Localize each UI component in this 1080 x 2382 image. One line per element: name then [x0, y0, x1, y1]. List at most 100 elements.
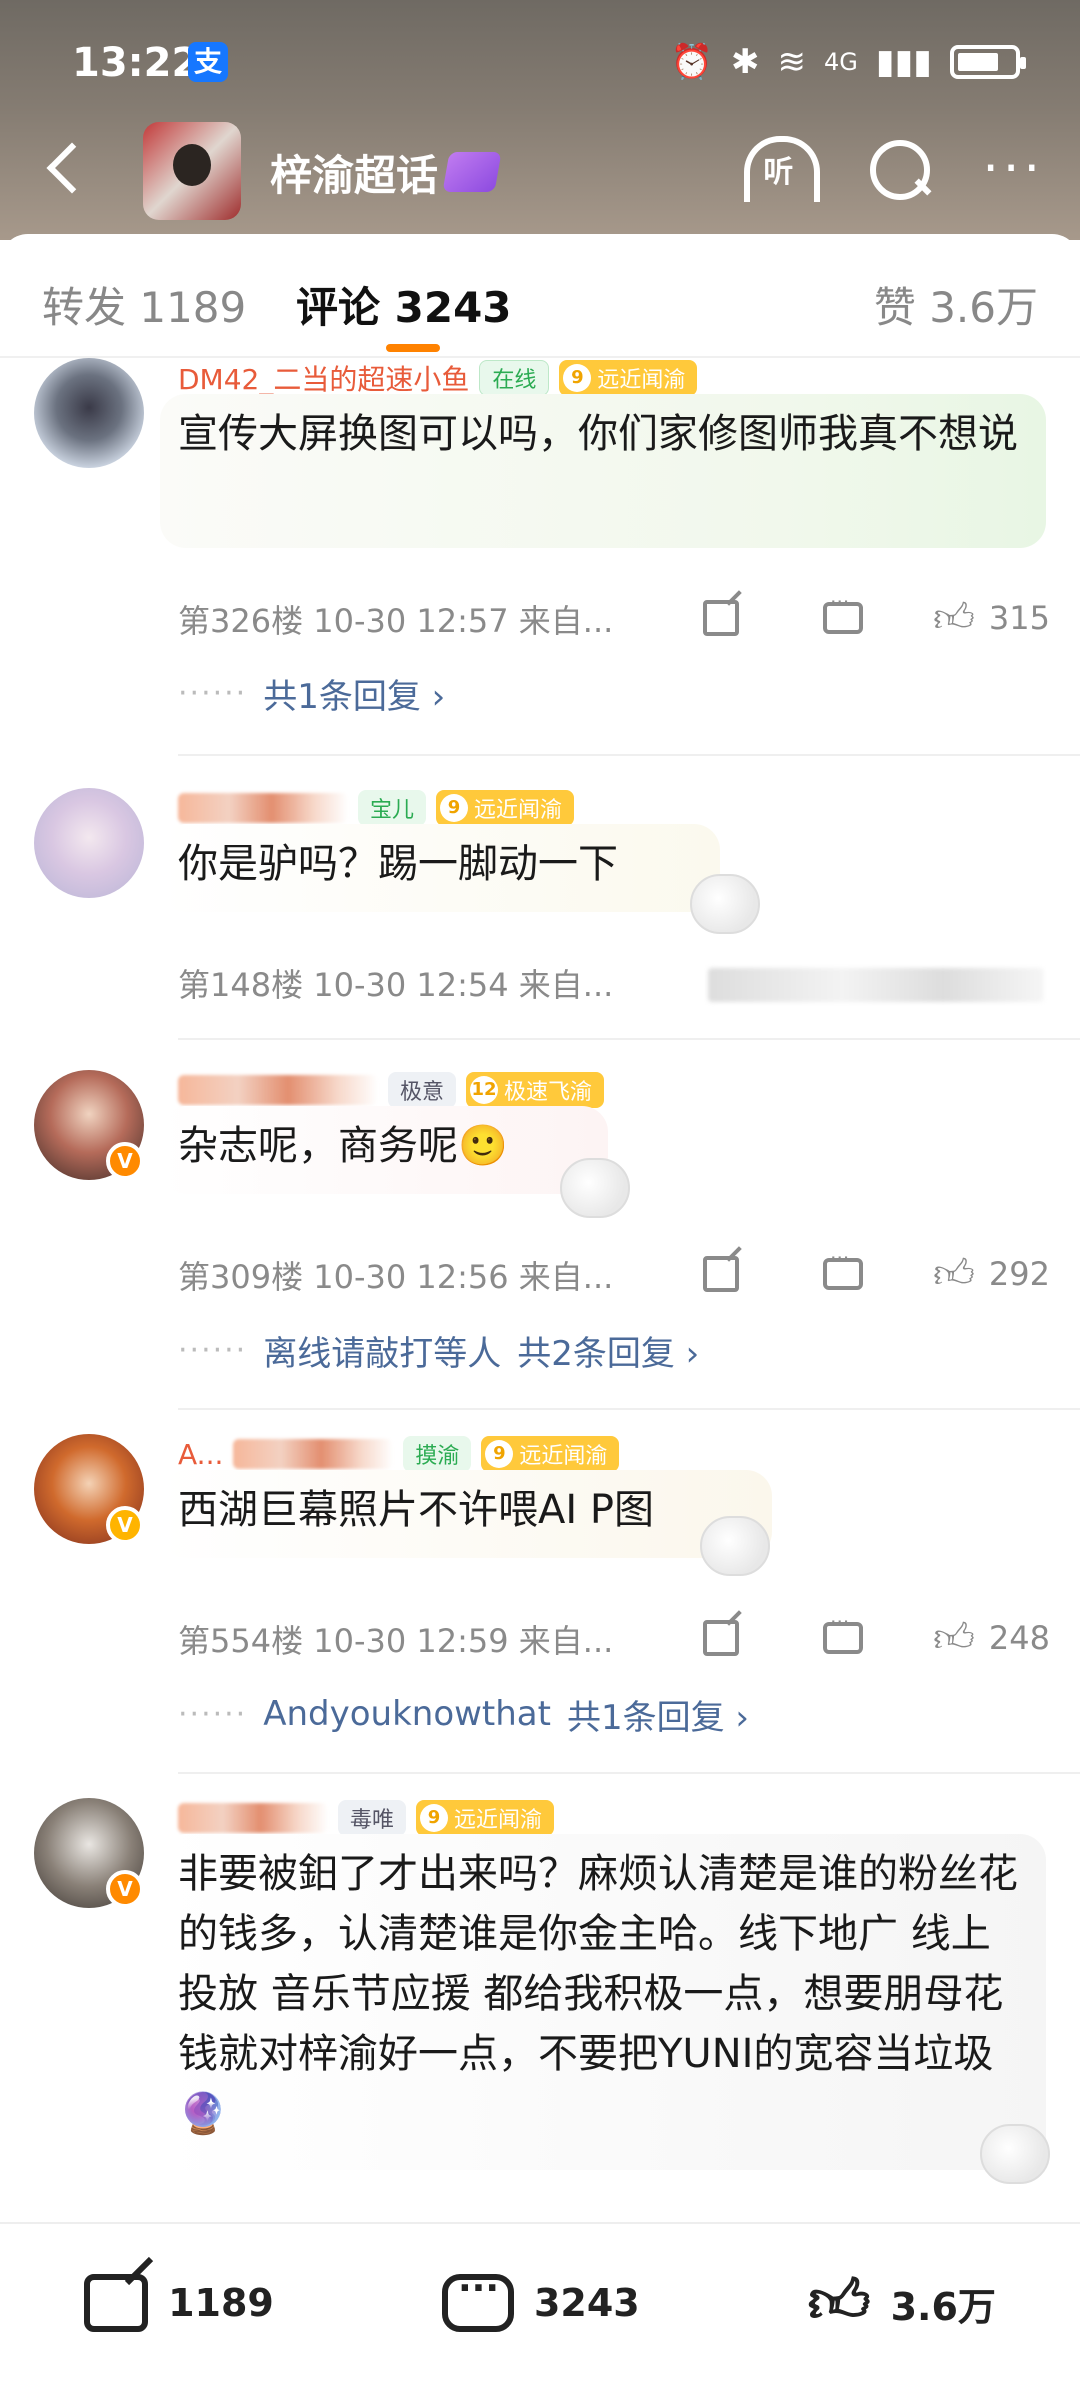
comment-icon: [441, 2268, 514, 2332]
tabs: 转发 1189 评论 3243 赞 3.6万: [0, 234, 1080, 358]
username[interactable]: DM42_二当的超速小鱼: [178, 358, 469, 398]
like-icon: 👍︎: [933, 595, 975, 641]
verified-badge-icon: V: [106, 1506, 144, 1544]
bluetooth-icon: ✱: [730, 42, 760, 82]
comment-meta: 第309楼 10-30 12:56 来自...: [178, 1258, 614, 1296]
reply-row[interactable]: ······ 共1条回复 ›: [178, 669, 445, 718]
username-blurred[interactable]: [233, 1439, 394, 1469]
like-action[interactable]: 👍︎ 315: [933, 594, 1050, 642]
avatar[interactable]: [34, 358, 144, 468]
fan-level-tag: 9 远近闻渝: [481, 1436, 620, 1472]
signal-icon: ▮▮▮: [875, 42, 932, 82]
sticker-icon: [980, 2124, 1050, 2184]
comment-icon: [823, 1246, 864, 1290]
reply-count[interactable]: 共1条回复 ›: [263, 669, 445, 718]
reply-count[interactable]: 共1条回复 ›: [567, 1690, 749, 1739]
comment-bubble[interactable]: 宣传大屏换图可以吗，你们家修图师我真不想说: [160, 394, 1046, 548]
reply-action[interactable]: [823, 1610, 933, 1654]
reply-row[interactable]: ······ Andyouknowthat 共1条回复 ›: [178, 1690, 749, 1739]
back-icon[interactable]: [36, 138, 96, 198]
network-label: 4G: [823, 48, 858, 76]
comment-text: 非要被鈤了才出来吗？麻烦认清楚是谁的粉丝花的钱多，认清楚谁是你金主哈。线下地广 …: [178, 1851, 1018, 2137]
like-icon: 👍︎: [933, 1251, 975, 1297]
username-blurred[interactable]: [178, 793, 348, 823]
comment-bubble[interactable]: 非要被鈤了才出来吗？麻烦认清楚是谁的粉丝花的钱多，认清楚谁是你金主哈。线下地广 …: [160, 1834, 1046, 2170]
repost-button[interactable]: 1189: [84, 2274, 274, 2332]
search-icon[interactable]: [866, 136, 932, 202]
comment-bubble[interactable]: 杂志呢，商务呢🙂: [160, 1106, 608, 1194]
comment-header: 极意 12 极速飞渝: [178, 1070, 605, 1110]
blurred-actions: [708, 968, 1044, 1002]
title-tag: 摸渝: [403, 1436, 472, 1472]
divider: [178, 1772, 1080, 1774]
comment-text: 杂志呢，商务呢🙂: [178, 1123, 508, 1169]
divider: [178, 1408, 1080, 1410]
reply-row[interactable]: ······ 离线请敲打等人 共2条回复 ›: [178, 1326, 699, 1375]
repost-count: 1189: [168, 2281, 274, 2325]
repost-action[interactable]: [703, 600, 823, 636]
reply-action[interactable]: [823, 1246, 933, 1290]
username-blurred[interactable]: [178, 1075, 378, 1105]
fan-level-tag: 9 远近闻渝: [436, 790, 575, 826]
reply-dots: ······: [178, 1696, 248, 1732]
listen-icon[interactable]: 听: [740, 134, 821, 204]
like-icon: 👍︎: [933, 1615, 975, 1661]
like-button[interactable]: 👍︎ 3.6万: [808, 2267, 996, 2339]
comment-header: 宝儿 9 远近闻渝: [178, 788, 575, 828]
fan-level: 9: [563, 364, 592, 392]
sticker-icon: [690, 874, 760, 934]
fan-level-tag: 12 极速飞渝: [466, 1072, 605, 1108]
divider: [178, 1038, 1080, 1040]
repost-action[interactable]: [703, 1620, 823, 1656]
reply-dots: ······: [178, 675, 248, 711]
comment-icon: [823, 590, 864, 634]
page-title[interactable]: 梓渝超话: [270, 142, 438, 203]
comment-header: 毒唯 9 远近闻渝: [178, 1798, 555, 1838]
battery-icon: [950, 45, 1026, 79]
fan-level: 12: [470, 1076, 499, 1104]
sticker-icon: [560, 1158, 630, 1218]
comment-meta: 第554楼 10-30 12:59 来自...: [178, 1622, 614, 1660]
comment-header: DM42_二当的超速小鱼 在线 9 远近闻渝: [178, 358, 698, 398]
comment-text: 宣传大屏换图可以吗，你们家修图师我真不想说: [178, 411, 1018, 457]
like-action[interactable]: 👍︎ 292: [933, 1250, 1050, 1298]
comment-button[interactable]: 3243: [441, 2268, 640, 2332]
username-blurred[interactable]: [178, 1803, 328, 1833]
fan-level: 9: [420, 1804, 449, 1832]
tab-repost[interactable]: 转发 1189: [42, 274, 246, 335]
reply-dots: ······: [178, 1332, 248, 1368]
more-icon[interactable]: ···: [982, 143, 1044, 195]
share-icon: [703, 1256, 740, 1292]
like-icon: 👍︎: [807, 2267, 871, 2337]
like-count: 315: [988, 599, 1050, 637]
topic-avatar[interactable]: [143, 122, 241, 220]
fan-level-name: 远近闻渝: [597, 368, 686, 393]
tab-like[interactable]: 赞 3.6万: [874, 274, 1038, 335]
fan-level-name: 极速飞渝: [504, 1080, 593, 1105]
comment-meta: 第326楼 10-30 12:57 来自...: [178, 602, 614, 640]
avatar[interactable]: [34, 788, 144, 898]
topic-level-badge-icon: [442, 152, 502, 192]
repost-action[interactable]: [703, 1256, 823, 1292]
online-tag: 在线: [479, 360, 550, 396]
status-bar: 13:22 支 ⏰ ✱ ≋ 4G ▮▮▮: [0, 28, 1080, 98]
title-tag: 毒唯: [338, 1800, 407, 1836]
bottom-action-bar: 1189 3243 👍︎ 3.6万: [0, 2222, 1080, 2382]
comment-sheet: 转发 1189 评论 3243 赞 3.6万 DM42_二当的超速小鱼 在线 9…: [0, 234, 1080, 2382]
comment-bubble[interactable]: 西湖巨幕照片不许喂AI P图: [160, 1470, 772, 1558]
comment-text: 你是驴吗？踢一脚动一下: [178, 841, 618, 887]
header-background: 13:22 支 ⏰ ✱ ≋ 4G ▮▮▮ 梓渝超话 听 ···: [0, 0, 1080, 240]
comment-actions: 👍︎ 292: [703, 1246, 1050, 1298]
reply-count[interactable]: 共2条回复 ›: [517, 1326, 699, 1375]
username[interactable]: A...: [178, 1438, 223, 1471]
like-action[interactable]: 👍︎ 248: [933, 1614, 1050, 1662]
comment-bubble[interactable]: 你是驴吗？踢一脚动一下: [160, 824, 720, 912]
reply-user[interactable]: Andyouknowthat: [263, 1694, 551, 1734]
comment-count: 3243: [533, 2281, 640, 2325]
like-count: 292: [988, 1255, 1050, 1293]
reply-user[interactable]: 离线请敲打等人: [263, 1326, 501, 1375]
divider: [178, 754, 1080, 756]
reply-action[interactable]: [823, 590, 933, 634]
fan-level-name: 远近闻渝: [454, 1808, 543, 1833]
fan-level: 9: [440, 794, 469, 822]
